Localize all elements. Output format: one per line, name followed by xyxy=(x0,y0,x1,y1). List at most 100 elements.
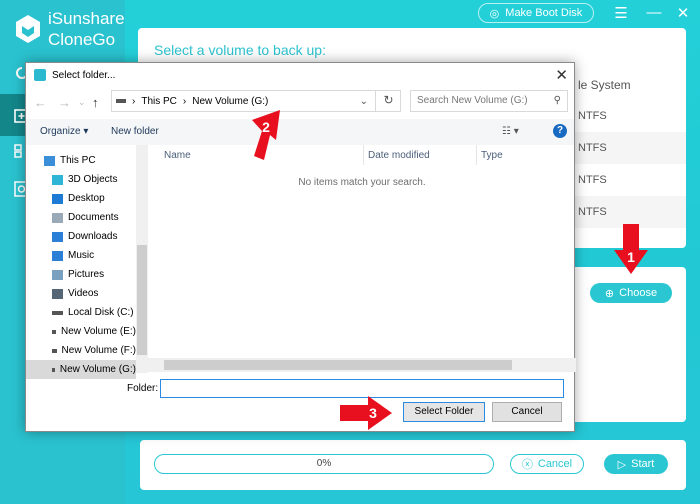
music-icon xyxy=(52,250,63,261)
tree-item-label: Music xyxy=(68,250,95,261)
brand-line2: CloneGo xyxy=(48,30,116,49)
tree-item[interactable]: Local Disk (C:) xyxy=(26,303,136,322)
tree-item-label: New Volume (F:) xyxy=(61,345,136,356)
menu-icon[interactable]: ☰ xyxy=(612,4,630,22)
dialog-title: Select folder... xyxy=(52,69,116,81)
column-name[interactable]: Name xyxy=(164,150,191,161)
step-2-label: 2 xyxy=(262,119,270,135)
search-placeholder: Search New Volume (G:) xyxy=(417,95,528,106)
tree-item[interactable]: New Volume (G:) xyxy=(26,360,136,379)
cancel-button[interactable]: ⓧ Cancel xyxy=(510,454,584,474)
organize-label: Organize xyxy=(40,126,81,137)
forward-icon[interactable]: → xyxy=(58,95,71,110)
step-3-arrow: 3 xyxy=(340,396,392,430)
tree-item-label: 3D Objects xyxy=(68,174,118,185)
step-1-label: 1 xyxy=(627,249,635,265)
search-input[interactable]: Search New Volume (G:) ⚲ xyxy=(410,90,568,112)
select-folder-dialog: Select folder... ✕ ← → ⌄ ↑ › This PC › N… xyxy=(25,62,576,432)
column-type[interactable]: Type xyxy=(481,150,503,161)
tree-item[interactable]: Downloads xyxy=(26,227,136,246)
help-icon[interactable]: ? xyxy=(553,124,567,138)
step-1-arrow: 1 xyxy=(614,224,648,274)
file-list: Name Date modified Type No items match y… xyxy=(148,145,576,355)
download-icon xyxy=(52,231,63,242)
search-icon: ⚲ xyxy=(553,95,561,106)
tree-item-label: Videos xyxy=(68,288,99,299)
tree-item-label: Pictures xyxy=(68,269,105,280)
column-divider[interactable] xyxy=(476,145,477,165)
step-3-label: 3 xyxy=(369,405,377,421)
cube-icon xyxy=(52,174,63,185)
tree-item-label: Local Disk (C:) xyxy=(68,307,134,318)
tree-item-label: This PC xyxy=(60,155,96,166)
tree-item[interactable]: Pictures xyxy=(26,265,136,284)
tree-scroll-thumb[interactable] xyxy=(137,245,147,355)
dialog-toolbar: Organize ▾ New folder ☷ ▾ ? xyxy=(26,119,574,145)
navigation-bar: ← → ⌄ ↑ › This PC › New Volume (G:) ⌄ ↻ … xyxy=(26,87,574,119)
tree-item[interactable]: Videos xyxy=(26,284,136,303)
breadcrumb-this-pc[interactable]: This PC xyxy=(141,96,177,107)
view-options-icon[interactable]: ☷ ▾ xyxy=(502,126,519,137)
choose-label: Choose xyxy=(619,287,658,299)
progress-bar: 0% xyxy=(154,454,494,474)
close-icon[interactable]: ✕ xyxy=(674,4,692,22)
empty-message: No items match your search. xyxy=(298,177,426,188)
app-icon xyxy=(34,69,46,81)
make-boot-disk-label: Make Boot Disk xyxy=(505,7,583,19)
dropdown-icon[interactable]: ⌄ xyxy=(360,96,368,107)
minimize-icon[interactable]: — xyxy=(645,4,663,21)
navigation-tree: This PC 3D Objects Desktop Documents Downloa… xyxy=(26,145,146,379)
tree-item[interactable]: Desktop xyxy=(26,189,136,208)
select-folder-button[interactable]: Select Folder xyxy=(403,402,485,422)
drive-icon xyxy=(52,310,63,315)
drive-icon xyxy=(52,348,57,353)
document-icon xyxy=(52,212,63,223)
organize-button[interactable]: Organize ▾ xyxy=(40,126,88,137)
dialog-cancel-button[interactable]: Cancel xyxy=(492,402,562,422)
plus-circle-icon: ⊕ xyxy=(604,287,615,300)
start-label: Start xyxy=(631,458,655,470)
drive-icon xyxy=(52,367,55,372)
list-scrollbar[interactable] xyxy=(148,358,576,372)
tree-item-label: Downloads xyxy=(68,231,118,242)
recent-icon[interactable]: ⌄ xyxy=(78,97,86,108)
make-boot-disk-button[interactable]: ◎ Make Boot Disk xyxy=(478,3,594,23)
action-bar: 0% ⓧ Cancel ▷ Start xyxy=(140,440,686,490)
computer-icon xyxy=(44,155,55,166)
separator-icon: › xyxy=(132,95,136,107)
logo-icon xyxy=(16,15,40,43)
up-icon[interactable]: ↑ xyxy=(92,95,99,110)
new-folder-button[interactable]: New folder xyxy=(111,126,159,137)
videos-icon xyxy=(52,288,63,299)
separator-icon: › xyxy=(182,95,187,107)
back-icon[interactable]: ← xyxy=(34,95,47,110)
refresh-icon[interactable]: ↻ xyxy=(375,90,401,112)
dialog-titlebar: Select folder... ✕ xyxy=(26,63,574,87)
choose-button[interactable]: ⊕ Choose xyxy=(590,283,672,303)
step-2-arrow: 2 xyxy=(252,110,280,160)
drive-icon xyxy=(52,329,56,334)
tree-item[interactable]: Documents xyxy=(26,208,136,227)
column-divider[interactable] xyxy=(363,145,364,165)
play-icon: ▷ xyxy=(617,458,627,471)
breadcrumb-volume[interactable]: New Volume (G:) xyxy=(192,96,268,107)
tree-item-label: Documents xyxy=(68,212,119,223)
tree-item[interactable]: Music xyxy=(26,246,136,265)
cancel-circle-icon: ⓧ xyxy=(521,459,533,471)
app-logo: iSunshare CloneGo xyxy=(14,8,125,50)
list-scroll-thumb[interactable] xyxy=(164,360,512,370)
tree-item[interactable]: New Volume (F:) xyxy=(26,341,136,360)
dialog-close-icon[interactable]: ✕ xyxy=(555,66,568,84)
tree-item[interactable]: New Volume (E:) xyxy=(26,322,136,341)
address-bar[interactable]: › This PC › New Volume (G:) ⌄ xyxy=(111,90,401,112)
tree-scrollbar[interactable] xyxy=(136,145,148,373)
file-system-header: le System xyxy=(578,78,631,92)
tree-item[interactable]: 3D Objects xyxy=(26,170,136,189)
start-button[interactable]: ▷ Start xyxy=(604,454,668,474)
column-date-modified[interactable]: Date modified xyxy=(368,150,430,161)
tree-item[interactable]: This PC xyxy=(26,151,136,170)
folder-label: Folder: xyxy=(127,383,159,394)
drive-icon xyxy=(116,99,126,103)
pictures-icon xyxy=(52,269,63,280)
tree-item-label: Desktop xyxy=(68,193,105,204)
